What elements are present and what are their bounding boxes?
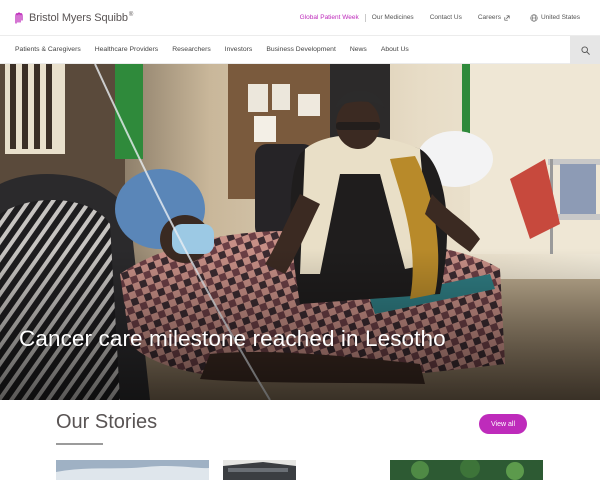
region-selector[interactable]: United States (516, 13, 586, 22)
our-medicines-link[interactable]: Our Medicines (366, 14, 420, 21)
view-all-button[interactable]: View all (479, 414, 527, 434)
nav-item-business-development[interactable]: Business Development (259, 46, 343, 53)
story-card-image[interactable] (56, 460, 209, 480)
hero-banner[interactable]: Cancer care milestone reached in Lesotho (0, 64, 600, 400)
globe-icon (530, 13, 538, 22)
bms-logo-icon (15, 12, 23, 24)
story-image-building (223, 460, 296, 480)
nav-item-patients-caregivers[interactable]: Patients & Caregivers (8, 46, 88, 53)
careers-label: Careers (477, 14, 501, 21)
external-link-icon (504, 14, 510, 21)
search-button[interactable] (570, 36, 600, 64)
search-icon (580, 45, 590, 55)
hero-title[interactable]: Cancer care milestone reached in Lesotho (19, 326, 446, 352)
brand-name: Bristol Myers Squibb (29, 11, 128, 24)
story-card-image[interactable] (223, 460, 296, 480)
brand-logo[interactable]: Bristol Myers Squibb ® (14, 11, 133, 24)
story-image-sky (56, 460, 209, 480)
nav-item-researchers[interactable]: Researchers (165, 46, 218, 53)
main-navigation: Patients & Caregivers Healthcare Provide… (0, 35, 600, 64)
region-label: United States (540, 14, 580, 21)
contact-us-link[interactable]: Contact Us (420, 14, 468, 21)
story-image-foliage (390, 460, 543, 480)
nav-item-about-us[interactable]: About Us (374, 46, 416, 53)
top-utility-bar: Bristol Myers Squibb ® Global Patient Wee… (0, 0, 600, 35)
nav-item-healthcare-providers[interactable]: Healthcare Providers (88, 46, 165, 53)
our-stories-heading: Our Stories (56, 411, 158, 433)
heading-underline (56, 443, 103, 445)
nav-item-news[interactable]: News (343, 46, 374, 53)
story-card-image[interactable] (390, 460, 543, 480)
nav-item-investors[interactable]: Investors (218, 46, 260, 53)
utility-links: Global Patient Week Our Medicines Contac… (294, 0, 586, 35)
careers-link[interactable]: Careers (468, 14, 516, 21)
global-patient-week-link[interactable]: Global Patient Week (294, 14, 365, 21)
brand-trademark: ® (128, 12, 134, 18)
